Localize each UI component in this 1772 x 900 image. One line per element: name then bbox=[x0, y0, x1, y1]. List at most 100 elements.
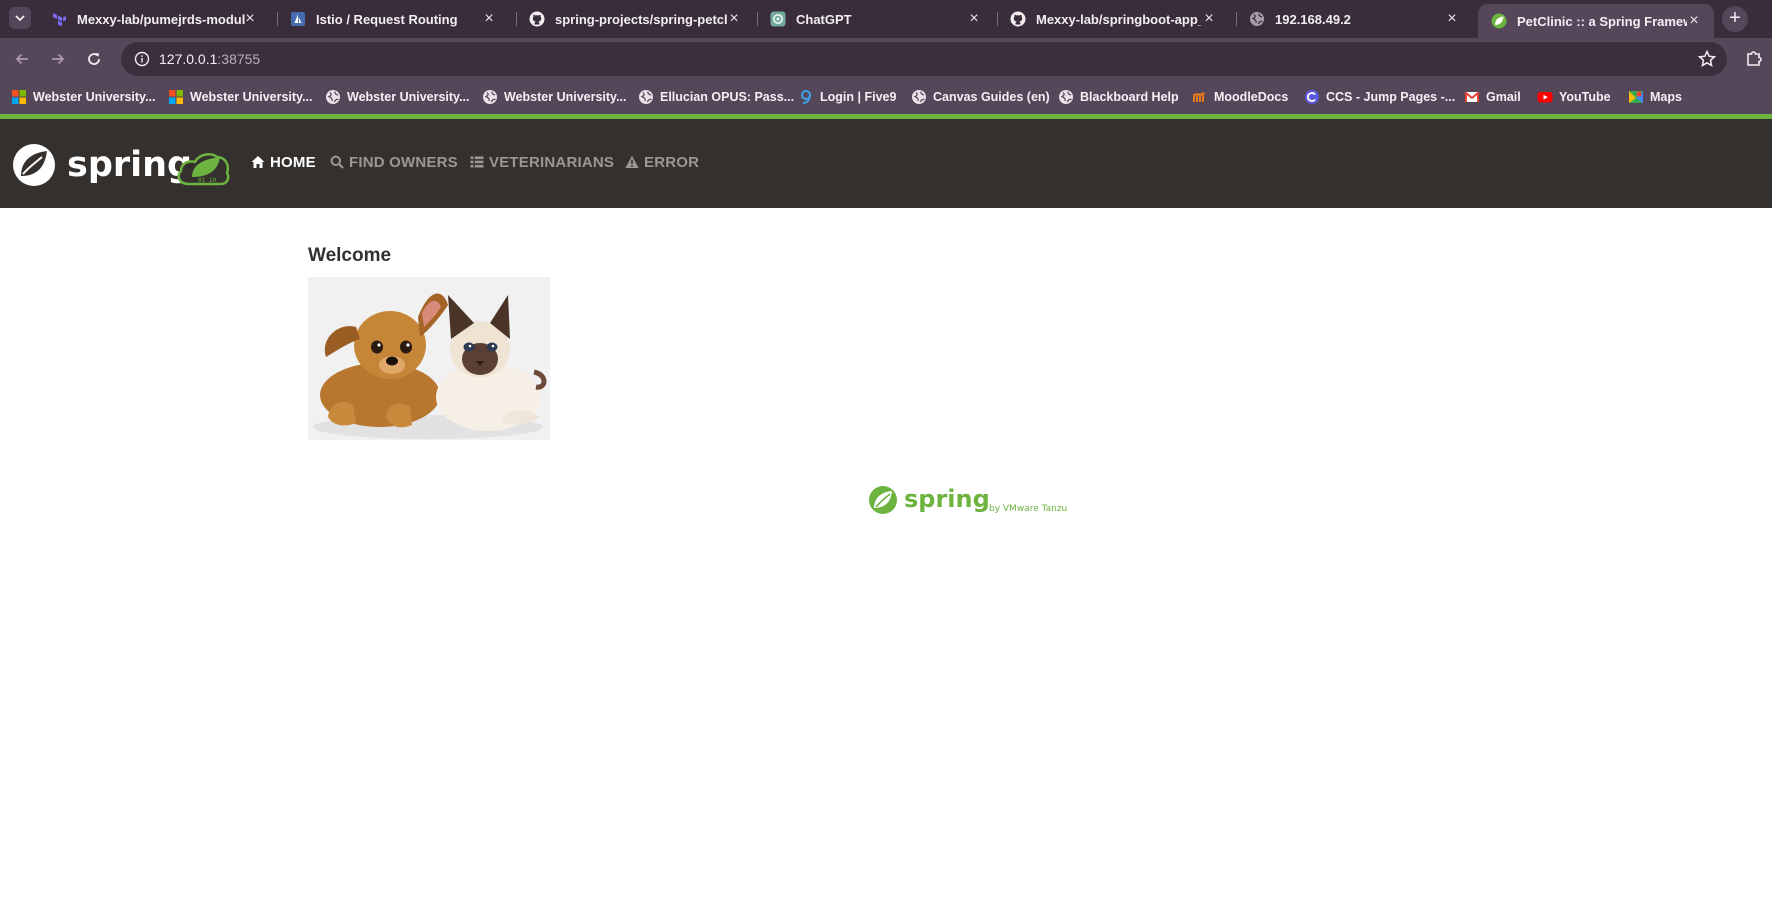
close-icon[interactable]: × bbox=[1201, 11, 1217, 27]
bookmark-item[interactable]: Blackboard Help bbox=[1058, 88, 1179, 106]
close-icon[interactable]: × bbox=[481, 11, 497, 27]
bookmark-item[interactable]: Maps bbox=[1628, 88, 1682, 106]
arrow-left-icon bbox=[15, 53, 28, 65]
bookmark-label: Maps bbox=[1650, 90, 1682, 104]
info-icon bbox=[134, 51, 150, 67]
globe-icon bbox=[1059, 90, 1073, 104]
bookmark-item[interactable]: YouTube bbox=[1537, 88, 1611, 106]
bookmark-label: Ellucian OPUS: Pass... bbox=[660, 90, 795, 104]
page-title: Welcome bbox=[308, 245, 392, 266]
five9-icon bbox=[801, 90, 811, 104]
url-port: :38755 bbox=[217, 51, 261, 67]
close-icon[interactable]: × bbox=[726, 11, 742, 27]
browser-tab[interactable]: Istio / Request Routing × bbox=[277, 2, 509, 36]
forward-button[interactable] bbox=[45, 46, 71, 72]
bookmarks-bar: Webster University... Webster University… bbox=[0, 80, 1772, 114]
url-text[interactable]: 127.0.0.1:38755 bbox=[159, 51, 260, 67]
nav-veterinarians[interactable]: VETERINARIANS bbox=[470, 152, 614, 172]
browser-tab-active[interactable]: PetClinic :: a Spring Framework × bbox=[1478, 4, 1714, 38]
browser-tab[interactable]: ChatGPT × bbox=[757, 2, 994, 36]
github-icon bbox=[1010, 11, 1026, 27]
chatgpt-icon bbox=[770, 11, 786, 27]
ccs-icon bbox=[1305, 90, 1319, 104]
nav-find-owners-label: FIND OWNERS bbox=[349, 153, 458, 171]
istio-icon bbox=[291, 12, 305, 26]
bookmark-label: Webster University... bbox=[504, 90, 627, 104]
globe-icon bbox=[483, 90, 497, 104]
bookmark-label: Gmail bbox=[1486, 90, 1521, 104]
terraform-icon bbox=[53, 13, 66, 27]
youtube-icon bbox=[1537, 92, 1553, 103]
nav-find-owners[interactable]: FIND OWNERS bbox=[330, 152, 458, 172]
close-icon[interactable]: × bbox=[1686, 13, 1702, 29]
tab-strip: Mexxy-lab/pumejrds-module/ × Istio / Req… bbox=[0, 0, 1772, 38]
bookmark-item[interactable]: Canvas Guides (en) bbox=[911, 88, 1050, 106]
globe-icon bbox=[912, 90, 926, 104]
url-host: 127.0.0.1 bbox=[159, 51, 218, 67]
spring-tanzu-logo-icon: spring by VMware Tanzu bbox=[869, 485, 1067, 514]
reload-icon bbox=[88, 53, 100, 65]
brand-badge-text: 01 10 bbox=[198, 177, 216, 184]
bookmark-label: MoodleDocs bbox=[1214, 90, 1289, 104]
nav-error[interactable]: ERROR bbox=[625, 152, 699, 172]
nav-home-label: HOME bbox=[270, 153, 316, 171]
bookmark-star-icon[interactable] bbox=[1697, 49, 1717, 69]
bookmark-item[interactable]: Webster University... bbox=[325, 88, 470, 106]
new-tab-button[interactable]: + bbox=[1722, 6, 1748, 32]
maps-icon bbox=[1629, 91, 1643, 103]
close-icon[interactable]: × bbox=[1444, 11, 1460, 27]
globe-icon bbox=[1250, 12, 1264, 26]
bookmark-item[interactable]: MoodleDocs bbox=[1192, 88, 1288, 106]
bookmark-label: Login | Five9 bbox=[820, 90, 897, 104]
close-icon[interactable]: × bbox=[966, 11, 982, 27]
bookmark-item[interactable]: Gmail bbox=[1464, 88, 1521, 106]
footer-tagline: by VMware Tanzu bbox=[989, 504, 1067, 514]
browser-tab[interactable]: Mexxy-lab/springboot-app_pr × bbox=[997, 2, 1229, 36]
browser-tab[interactable]: 192.168.49.2 × bbox=[1236, 2, 1472, 36]
browser-tab[interactable]: Mexxy-lab/pumejrds-module/ × bbox=[38, 2, 270, 36]
tab-title: Mexxy-lab/springboot-app_pr bbox=[1036, 11, 1201, 27]
microsoft-icon bbox=[12, 90, 26, 104]
tab-title: 192.168.49.2 bbox=[1275, 11, 1351, 27]
nav-home[interactable]: HOME bbox=[251, 152, 316, 172]
globe-icon bbox=[639, 90, 653, 104]
search-icon bbox=[330, 155, 344, 169]
tab-title: ChatGPT bbox=[796, 11, 852, 27]
bookmark-item[interactable]: Webster University... bbox=[11, 88, 156, 106]
bookmark-item[interactable]: Login | Five9 bbox=[798, 88, 896, 106]
app-navbar: spring 01 10 HOME FIND OWNERS VETERINARI… bbox=[0, 119, 1772, 208]
browser-toolbar: 127.0.0.1:38755 bbox=[0, 38, 1772, 80]
puzzle-icon bbox=[1747, 51, 1762, 66]
list-icon bbox=[470, 156, 484, 168]
bookmark-label: Canvas Guides (en) bbox=[933, 90, 1050, 104]
nav-error-label: ERROR bbox=[644, 153, 700, 171]
extensions-button[interactable] bbox=[1742, 46, 1766, 70]
footer-wordmark: spring bbox=[904, 485, 990, 513]
microsoft-icon bbox=[169, 90, 183, 104]
reload-button[interactable] bbox=[81, 46, 107, 72]
tab-title: spring-projects/spring-petclini bbox=[555, 11, 727, 27]
pets-image bbox=[308, 277, 550, 440]
bookmark-label: Blackboard Help bbox=[1080, 90, 1179, 104]
bookmark-item[interactable]: Webster University... bbox=[482, 88, 627, 106]
footer-spring-logo: spring by VMware Tanzu bbox=[868, 483, 1073, 517]
bookmark-label: CCS - Jump Pages -... bbox=[1326, 90, 1456, 104]
site-info-button[interactable] bbox=[131, 48, 153, 70]
moodle-icon bbox=[1193, 92, 1206, 102]
bookmark-label: Webster University... bbox=[190, 90, 313, 104]
tab-search-button[interactable] bbox=[9, 7, 31, 29]
bookmark-label: Webster University... bbox=[33, 90, 156, 104]
bookmark-item[interactable]: Ellucian OPUS: Pass... bbox=[638, 88, 794, 106]
address-bar[interactable]: 127.0.0.1:38755 bbox=[121, 42, 1727, 76]
spring-logo-icon: spring 01 10 bbox=[13, 144, 230, 186]
tab-title: PetClinic :: a Spring Framework bbox=[1517, 13, 1687, 29]
spring-brand-logo[interactable]: spring 01 10 bbox=[11, 143, 243, 187]
nav-veterinarians-label: VETERINARIANS bbox=[489, 153, 615, 171]
browser-tab[interactable]: spring-projects/spring-petclini × bbox=[516, 2, 754, 36]
gmail-icon bbox=[1464, 91, 1480, 102]
dog-and-cat-illustration bbox=[308, 277, 550, 440]
bookmark-item[interactable]: CCS - Jump Pages -... bbox=[1304, 88, 1455, 106]
back-button[interactable] bbox=[9, 46, 35, 72]
bookmark-item[interactable]: Webster University... bbox=[168, 88, 313, 106]
close-icon[interactable]: × bbox=[242, 11, 258, 27]
